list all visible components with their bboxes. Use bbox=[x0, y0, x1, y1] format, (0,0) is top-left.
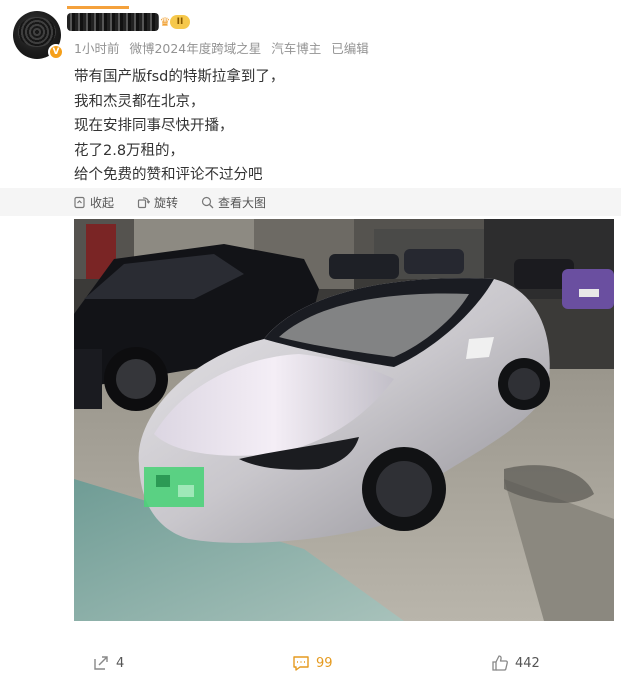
rotate-label: 旋转 bbox=[154, 196, 179, 210]
verified-badge-icon: V bbox=[48, 44, 64, 60]
post-header: V ♛ II 1小时前 微博2024年度跨域之星 汽车博主 已编辑 bbox=[0, 0, 621, 62]
comment-icon bbox=[293, 656, 309, 671]
comment-count: 99 bbox=[316, 655, 333, 671]
collapse-label: 收起 bbox=[90, 196, 115, 210]
post-text-line: 带有国产版fsd的特斯拉拿到了， bbox=[74, 69, 285, 85]
rotate-button[interactable]: 旋转 bbox=[137, 194, 178, 211]
avatar-image bbox=[18, 17, 56, 47]
level-badge: II bbox=[170, 15, 190, 29]
post-meta: 1小时前 微博2024年度跨域之星 汽车博主 已编辑 bbox=[74, 38, 375, 57]
post-text-line: 现在安排同事尽快开播， bbox=[74, 118, 234, 134]
like-button[interactable]: 442 bbox=[491, 654, 540, 672]
repost-count: 4 bbox=[116, 655, 125, 671]
view-large-button[interactable]: 查看大图 bbox=[201, 194, 266, 211]
repost-icon bbox=[94, 656, 108, 670]
comment-button[interactable]: 99 bbox=[292, 654, 333, 672]
post-body: 带有国产版fsd的特斯拉拿到了， 我和杰灵都在北京， 现在安排同事尽快开播， 花… bbox=[74, 65, 604, 188]
post-time[interactable]: 1小时前 bbox=[74, 41, 119, 56]
author-role: 汽车博主 bbox=[271, 41, 322, 56]
car-photo-illustration bbox=[74, 219, 614, 621]
post-photo[interactable] bbox=[74, 219, 614, 621]
collapse-icon bbox=[74, 196, 85, 209]
edited-label: 已编辑 bbox=[331, 41, 369, 56]
image-toolbar: 收起 旋转 查看大图 bbox=[0, 188, 621, 216]
annual-star-badge[interactable]: 微博2024年度跨域之星 bbox=[129, 41, 261, 56]
like-count: 442 bbox=[515, 655, 540, 671]
view-large-label: 查看大图 bbox=[218, 196, 267, 210]
rotate-icon bbox=[137, 197, 150, 209]
name-accent-bar bbox=[67, 6, 129, 9]
search-icon bbox=[201, 196, 214, 209]
post-text-line: 给个免费的赞和评论不过分吧 bbox=[74, 167, 263, 183]
repost-button[interactable]: 4 bbox=[92, 654, 124, 672]
post-text-line: 我和杰灵都在北京， bbox=[74, 93, 205, 110]
collapse-button[interactable]: 收起 bbox=[73, 194, 114, 211]
username-redacted[interactable] bbox=[67, 13, 159, 31]
post-text-line: 花了2.8万租的， bbox=[74, 142, 185, 159]
thumbs-up-icon bbox=[492, 655, 508, 671]
post-actions: 4 99 442 bbox=[0, 645, 621, 679]
